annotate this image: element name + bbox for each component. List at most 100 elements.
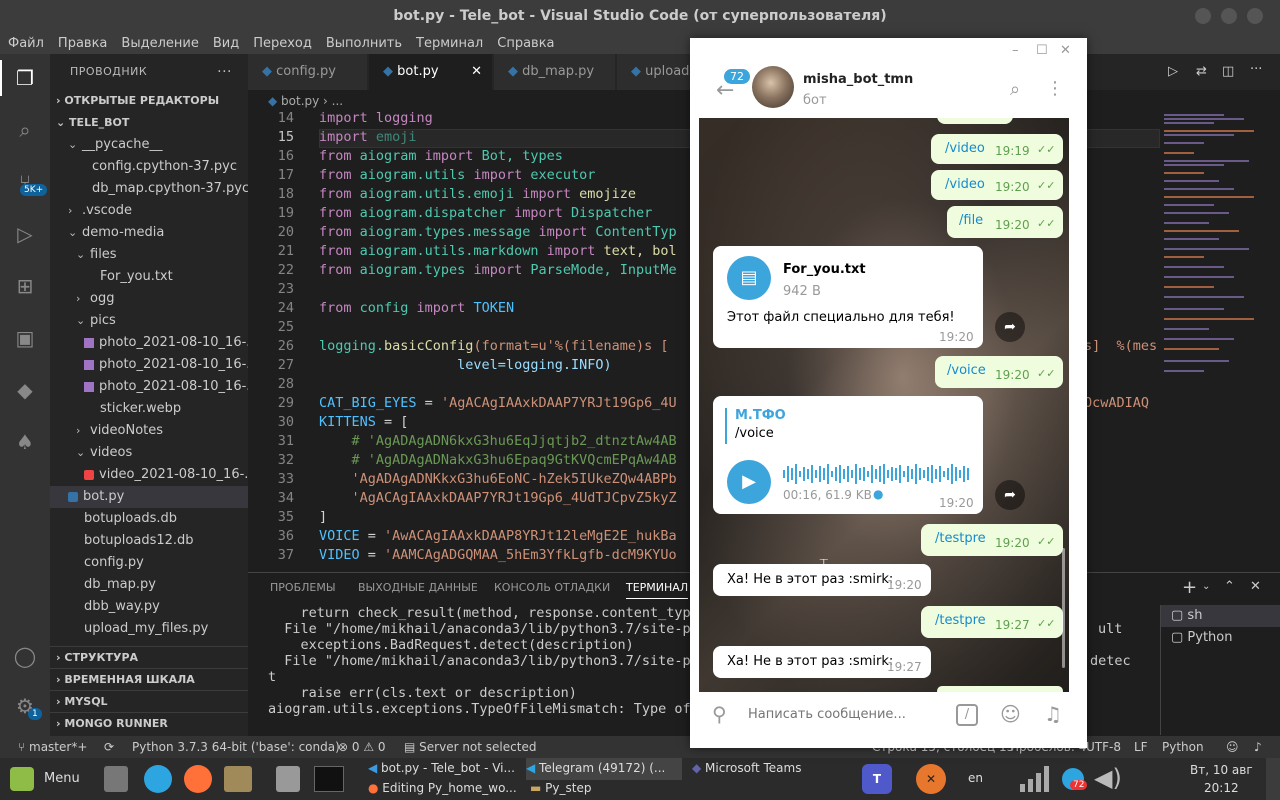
section-mongo-runner[interactable]: › MONGO RUNNER (50, 712, 248, 734)
minimap[interactable] (1160, 112, 1280, 572)
new-terminal-icon[interactable]: + (1182, 577, 1197, 598)
message-text[interactable]: /testpre (935, 531, 986, 546)
tree-item-file[interactable]: photo_2021-08-10_16-... (50, 354, 248, 376)
tab-output[interactable]: ВЫХОДНЫЕ ДАННЫЕ (358, 581, 478, 594)
maximize-panel-icon[interactable]: ⌃ (1224, 579, 1235, 594)
split-editor-icon[interactable]: ◫ (1222, 64, 1234, 79)
tab-debug-console[interactable]: КОНСОЛЬ ОТЛАДКИ (494, 581, 610, 594)
sync-icon[interactable]: ⟳ (104, 736, 114, 758)
tab-bot[interactable]: ◆ bot.py ✕ (369, 54, 493, 90)
firefox-icon[interactable] (184, 765, 212, 793)
message-text[interactable]: /file (959, 213, 983, 228)
tree-item-folder[interactable]: ⌄ demo-media (50, 222, 248, 244)
message-in[interactable]: Ха! Не в этот раз :smirk: 19:27 (713, 646, 931, 678)
tree-item-folder[interactable]: › .vscode (50, 200, 248, 222)
network-icon[interactable] (1018, 766, 1052, 792)
section-outline[interactable]: › СТРУКТУРА (50, 646, 248, 668)
remote-explorer-icon[interactable]: ▣ (13, 326, 37, 350)
tab-terminal[interactable]: ТЕРМИНАЛ (626, 581, 689, 599)
tree-item-folder[interactable]: ⌄ pics (50, 310, 248, 332)
message-out[interactable]: /testpre 19:27 ✓✓ (921, 606, 1063, 638)
message-out[interactable]: /video 19:19 ✓✓ (931, 134, 1063, 164)
menu-view[interactable]: Вид (213, 36, 239, 51)
message-in-file[interactable]: ▤ For_you.txt 942 B Этот файл специально… (713, 246, 983, 348)
tab-config[interactable]: ◆ config.py (248, 54, 368, 90)
message-in-voice[interactable]: М.ТФО /voice ▶ 00:16, 61.9 KB ● 19:20 (713, 396, 983, 514)
attach-icon[interactable]: ⚲ (712, 702, 727, 726)
tree-item-file[interactable]: photo_2021-08-10_16-... (50, 332, 248, 354)
line-ending[interactable]: LF (1134, 736, 1148, 758)
tab-db-map[interactable]: ◆ db_map.py (494, 54, 616, 90)
tree-item-file[interactable]: upload_my_files.py (50, 618, 248, 640)
tree-item-file[interactable]: botuploads12.db (50, 530, 248, 552)
forward-icon[interactable]: ➦ (995, 312, 1025, 342)
tree-item-file[interactable]: sticker.webp (50, 398, 248, 420)
compare-icon[interactable]: ⇄ (1196, 64, 1207, 79)
message-text[interactable]: /testpre (935, 613, 986, 628)
show-desktop-button[interactable] (1266, 758, 1280, 800)
branch-status[interactable]: ⑂ master*+ (18, 736, 87, 758)
run-icon[interactable]: ▷ (1168, 64, 1178, 79)
reply-text[interactable]: /voice (735, 426, 774, 441)
menu-go[interactable]: Переход (253, 36, 312, 51)
contact-name[interactable]: misha_bot_tmn (803, 72, 913, 87)
message-input[interactable] (748, 702, 938, 726)
menu-selection[interactable]: Выделение (121, 36, 198, 51)
message-text[interactable]: /video (945, 177, 985, 192)
more-vert-icon[interactable]: ⋮ (1046, 78, 1064, 99)
message-out[interactable]: /file 19:20 ✓✓ (947, 206, 1063, 238)
message-out[interactable]: /testpre 19:20 ✓✓ (921, 524, 1063, 556)
tree-item-folder[interactable]: ⌄ videos (50, 442, 248, 464)
message-out[interactable]: /video 19:20 ✓✓ (931, 170, 1063, 200)
docker-icon[interactable]: ◆ (13, 378, 37, 402)
mint-logo-icon[interactable] (10, 767, 34, 791)
minimize-icon[interactable]: – (1012, 43, 1019, 58)
section-timeline[interactable]: › ВРЕМЕННАЯ ШКАЛА (50, 668, 248, 690)
terminal-app-icon[interactable] (314, 766, 344, 792)
run-debug-icon[interactable]: ▷ (13, 222, 37, 246)
maximize-icon[interactable]: ☐ (1036, 43, 1048, 58)
maximize-button[interactable] (1221, 8, 1237, 24)
calculator-icon[interactable] (104, 766, 128, 792)
task-firefox[interactable]: ● Editing Py_home_wo... (368, 781, 518, 795)
terminal-item-python[interactable]: ▢ Python (1161, 627, 1280, 649)
bot-commands-icon[interactable]: / (956, 704, 978, 726)
message-text[interactable]: /voice (947, 363, 986, 378)
tree-item-file[interactable]: For_you.txt (50, 266, 248, 288)
volume-icon[interactable]: ◀) (1094, 764, 1122, 792)
tree-item-file[interactable]: video_2021-08-10_16-... (50, 464, 248, 486)
language-mode[interactable]: Python (1162, 736, 1204, 758)
search-icon[interactable]: ⌕ (13, 118, 37, 142)
document-icon[interactable]: ▤ (727, 256, 771, 300)
section-open-editors[interactable]: › ОТКРЫТЫЕ РЕДАКТОРЫ (50, 90, 248, 112)
file-cabinet-icon[interactable] (276, 766, 300, 792)
extensions-icon[interactable]: ⊞ (13, 274, 37, 298)
more-actions-icon[interactable]: ··· (1250, 62, 1262, 77)
file-manager-icon[interactable] (224, 766, 252, 792)
close-icon[interactable]: ✕ (1060, 43, 1071, 58)
section-mysql[interactable]: › MYSQL (50, 690, 248, 712)
tree-item-file[interactable]: botuploads.db (50, 508, 248, 530)
avatar[interactable] (752, 66, 794, 108)
problems-status[interactable]: ⊗ 0 ⚠ 0 (338, 736, 386, 758)
menu-button[interactable]: Menu (44, 771, 80, 786)
task-folder[interactable]: ▬ Py_step (530, 781, 591, 795)
menu-terminal[interactable]: Терминал (416, 36, 483, 51)
chat-scrollbar[interactable] (1062, 548, 1065, 668)
mongo-leaf-icon[interactable]: ♠ (13, 430, 37, 454)
more-actions-icon[interactable]: ··· (217, 54, 232, 90)
clock-date[interactable]: Вт, 10 авг (1190, 763, 1253, 777)
search-icon[interactable]: ⌕ (1010, 79, 1020, 100)
emoji-icon[interactable]: ☺ (1000, 702, 1021, 726)
forward-icon[interactable]: ➦ (995, 480, 1025, 510)
clock-time[interactable]: 20:12 (1204, 781, 1239, 795)
teams-tray-icon[interactable]: T (862, 764, 892, 794)
tree-item-file[interactable]: db_map.cpython-37.pyc (50, 178, 248, 200)
message-text[interactable]: /video (945, 141, 985, 156)
tree-item-folder[interactable]: › ogg (50, 288, 248, 310)
chat-area[interactable]: /video 19:19 ✓✓ /video 19:20 ✓✓ /file 19… (699, 118, 1069, 692)
menu-run[interactable]: Выполнить (326, 36, 402, 51)
server-status[interactable]: ▤ Server not selected (404, 736, 536, 758)
close-button[interactable] (1247, 8, 1263, 24)
menu-edit[interactable]: Правка (58, 36, 107, 51)
